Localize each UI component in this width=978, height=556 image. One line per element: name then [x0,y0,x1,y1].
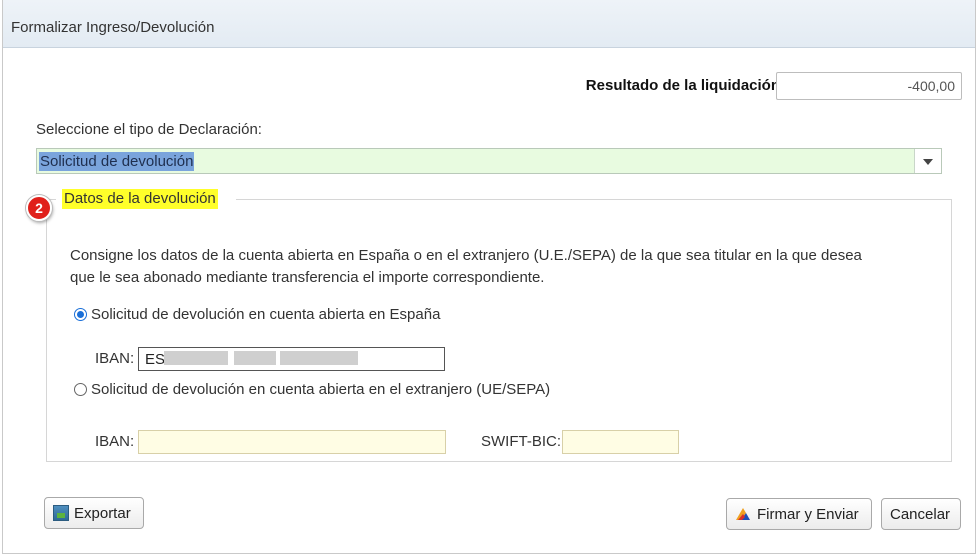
iban-spain-label: IBAN: [95,350,135,367]
export-icon [53,505,69,521]
swift-input[interactable] [562,430,679,454]
sign-and-send-button[interactable]: Firmar y Enviar [726,498,872,530]
option-abroad-label: Solicitud de devolución en cuenta abiert… [91,381,551,398]
refund-description-line-2: que le sea abonado mediante transferenci… [70,269,545,286]
refund-data-fieldset [46,199,952,462]
iban-spain-value: ES [145,351,166,368]
declaration-type-label: Seleccione el tipo de Declaración: [36,121,262,138]
result-label: Resultado de la liquidación [585,77,780,94]
redacted-iban-part-1 [164,351,228,365]
refund-description: Consigne los datos de la cuenta abierta … [70,245,920,289]
option-spain-label: Solicitud de devolución en cuenta abiert… [91,306,441,323]
title-bar: Formalizar Ingreso/Devolución [3,0,975,48]
redacted-iban-part-2 [234,351,276,365]
sign-icon [736,508,750,520]
step-number-badge: 2 [26,195,52,221]
declaration-type-value: Solicitud de devolución [39,152,195,171]
redacted-iban-part-3 [280,351,358,365]
sign-and-send-label: Firmar y Enviar [757,505,859,523]
declaration-type-select[interactable]: Solicitud de devolución [36,148,942,174]
refund-data-legend: Datos de la devolución [62,189,218,209]
iban-abroad-label: IBAN: [95,433,135,450]
option-spain-row[interactable]: Solicitud de devolución en cuenta abiert… [74,306,440,323]
radio-spain[interactable] [74,308,87,321]
cancel-label: Cancelar [890,505,951,523]
result-field: -400,00 [776,72,962,100]
export-label: Exportar [74,504,131,522]
export-button[interactable]: Exportar [44,497,144,529]
radio-abroad[interactable] [74,383,87,396]
cancel-button[interactable]: Cancelar [881,498,961,530]
iban-abroad-input[interactable] [138,430,446,454]
option-abroad-row[interactable]: Solicitud de devolución en cuenta abiert… [74,381,550,398]
chevron-down-icon[interactable] [914,149,941,173]
refund-description-line-1: Consigne los datos de la cuenta abierta … [70,247,862,264]
swift-label: SWIFT-BIC: [481,433,561,450]
window-title: Formalizar Ingreso/Devolución [11,19,215,36]
